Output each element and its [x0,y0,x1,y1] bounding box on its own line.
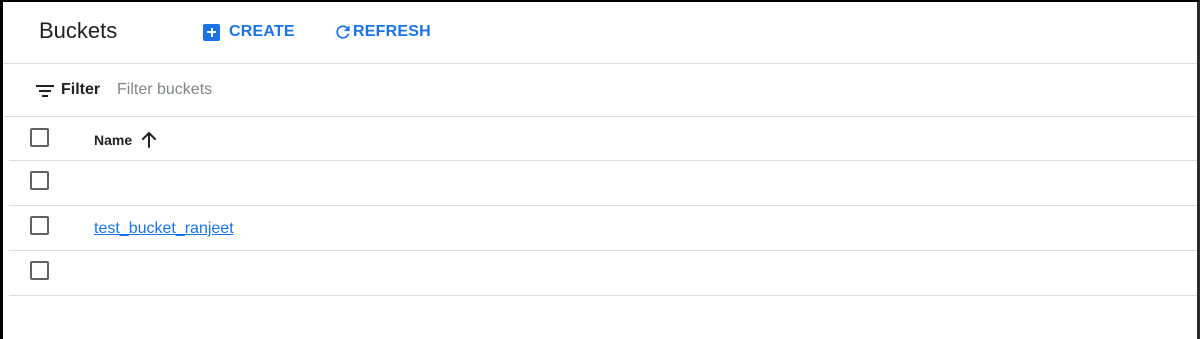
filter-input[interactable] [115,77,517,103]
table-row [9,251,1197,296]
row-checkbox[interactable] [30,171,49,190]
table-row [9,161,1197,206]
create-button-label: CREATE [229,23,295,40]
page-title: Buckets [39,18,118,43]
bucket-name-link[interactable]: test_bucket_ranjeet [94,220,234,238]
name-column-header[interactable]: Name [94,132,157,148]
filter-label: Filter [61,81,101,98]
table-header-row: Name [9,117,1197,161]
create-button[interactable]: CREATE [203,20,295,44]
refresh-button-label: REFRESH [353,23,431,40]
refresh-icon [336,25,350,39]
filter-bar: Filter [3,64,1197,117]
buckets-table: Name test_bucket_ranjeet [9,117,1197,296]
filter-list-icon [36,85,54,97]
table-row: test_bucket_ranjeet [9,206,1197,251]
app-window: Buckets CREATE REFRESH Filter Name [0,0,1200,339]
select-all-checkbox[interactable] [30,128,49,147]
name-column-label: Name [94,132,133,148]
row-checkbox[interactable] [30,216,49,235]
page-header: Buckets CREATE REFRESH [3,2,1197,64]
add-box-icon [203,23,220,41]
arrow-up-icon[interactable] [142,132,157,148]
refresh-button[interactable]: REFRESH [333,20,431,44]
row-checkbox[interactable] [30,261,49,280]
